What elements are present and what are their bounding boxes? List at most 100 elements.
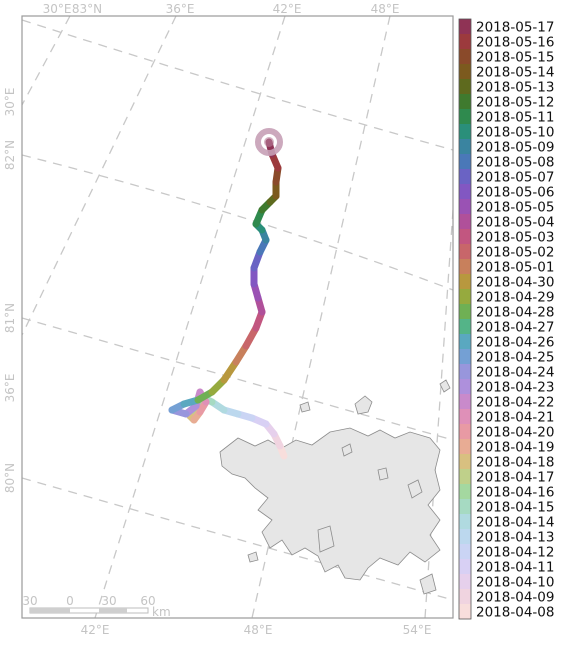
legend-label: 2018-05-08 (476, 155, 554, 171)
legend-label: 2018-04-22 (476, 395, 554, 411)
legend-label: 2018-04-08 (476, 605, 554, 621)
legend-label: 2018-05-04 (476, 215, 554, 231)
legend-swatch (459, 199, 471, 214)
legend-label: 2018-04-24 (476, 365, 554, 381)
legend-label: 2018-04-21 (476, 410, 554, 426)
legend-label: 2018-05-09 (476, 140, 554, 156)
legend-label: 2018-05-06 (476, 185, 554, 201)
legend-swatch (459, 139, 471, 154)
legend-label: 2018-04-20 (476, 425, 554, 441)
lon-label: 48°E (371, 2, 400, 16)
lon-label: 42°E (81, 623, 110, 637)
legend-swatch (459, 244, 471, 259)
legend-swatch (459, 469, 471, 484)
map-svg: 30 0 30 60 km 30°E 83°N 36°E 42°E 48°E 4… (3, 2, 554, 637)
legend-swatch (459, 64, 471, 79)
map[interactable]: 30 0 30 60 km 30°E 83°N 36°E 42°E 48°E 4… (0, 0, 564, 640)
legend-label: 2018-04-23 (476, 380, 554, 396)
legend-swatch (459, 124, 471, 139)
legend-label: 2018-04-13 (476, 530, 554, 546)
lon-label: 36°E (166, 2, 195, 16)
legend-swatch (459, 349, 471, 364)
lon-label: 54°E (403, 623, 432, 637)
left-labels: 30°E 82°N 81°N 36°E 80°N (3, 88, 17, 494)
legend-label: 2018-04-14 (476, 515, 554, 531)
lat-label: 80°N (3, 463, 17, 493)
legend-label: 2018-04-19 (476, 440, 554, 456)
lon-label: 48°E (244, 623, 273, 637)
scale-tick: 30 (22, 594, 37, 608)
bottom-labels: 42°E 48°E 54°E (81, 623, 432, 637)
legend-label: 2018-04-30 (476, 275, 554, 291)
scale-tick: 30 (101, 594, 116, 608)
legend-swatch (459, 79, 471, 94)
lat-label: 82°N (3, 140, 17, 170)
legend-label: 2018-05-12 (476, 95, 554, 111)
legend-swatch (459, 544, 471, 559)
legend-label: 2018-04-27 (476, 320, 554, 336)
legend-swatch (459, 334, 471, 349)
scale-tick: 0 (66, 594, 74, 608)
legend-swatch (459, 574, 471, 589)
legend-swatch (459, 94, 471, 109)
legend-label: 2018-05-03 (476, 230, 554, 246)
lat-label: 81°N (3, 303, 17, 333)
legend-label: 2018-04-12 (476, 545, 554, 561)
legend-swatch (459, 319, 471, 334)
legend-label: 2018-04-15 (476, 500, 554, 516)
legend-swatch (459, 439, 471, 454)
legend-swatch (459, 559, 471, 574)
legend-swatch (459, 19, 471, 34)
legend-swatch (459, 184, 471, 199)
legend-label: 2018-04-28 (476, 305, 554, 321)
legend-swatch (459, 229, 471, 244)
legend-swatch (459, 499, 471, 514)
legend-label: 2018-05-13 (476, 80, 554, 96)
date-legend[interactable]: 2018-05-172018-05-162018-05-152018-05-14… (458, 18, 554, 621)
scale-unit: km (152, 605, 171, 619)
legend-swatch (459, 274, 471, 289)
top-labels: 30°E 83°N 36°E 42°E 48°E (43, 2, 400, 16)
legend-swatch (459, 364, 471, 379)
legend-swatch (459, 109, 471, 124)
legend-label: 2018-04-09 (476, 590, 554, 606)
legend-label: 2018-04-18 (476, 455, 554, 471)
legend-label: 2018-05-05 (476, 200, 554, 216)
lon-label: 30°E (43, 2, 72, 16)
lat-label: 83°N (72, 2, 102, 16)
legend-swatch (459, 304, 471, 319)
legend-swatch (459, 379, 471, 394)
legend-swatch (459, 484, 471, 499)
legend-label: 2018-04-16 (476, 485, 554, 501)
legend-swatch (459, 529, 471, 544)
lon-label: 36°E (3, 374, 17, 403)
legend-swatch (459, 214, 471, 229)
legend-label: 2018-05-17 (476, 20, 554, 36)
legend-swatch (459, 169, 471, 184)
lon-label: 42°E (273, 2, 302, 16)
legend-label: 2018-04-25 (476, 350, 554, 366)
legend-label: 2018-05-10 (476, 125, 554, 141)
legend-swatch (459, 289, 471, 304)
legend-swatch (459, 589, 471, 604)
legend-swatch (459, 409, 471, 424)
legend-swatch (459, 454, 471, 469)
legend-label: 2018-04-29 (476, 290, 554, 306)
legend-swatch (459, 259, 471, 274)
legend-swatch (459, 514, 471, 529)
legend-label: 2018-05-11 (476, 110, 554, 126)
legend-label: 2018-05-14 (476, 65, 554, 81)
lon-label: 30°E (3, 88, 17, 117)
legend-swatch (459, 604, 471, 619)
legend-label: 2018-04-17 (476, 470, 554, 486)
legend-label: 2018-04-11 (476, 560, 554, 576)
legend-swatch (459, 424, 471, 439)
legend-label: 2018-04-10 (476, 575, 554, 591)
legend-swatch (459, 154, 471, 169)
legend-swatch (459, 394, 471, 409)
legend-label: 2018-05-16 (476, 35, 554, 51)
legend-label: 2018-05-15 (476, 50, 554, 66)
legend-label: 2018-04-26 (476, 335, 554, 351)
legend-label: 2018-05-01 (476, 260, 554, 276)
legend-swatch (459, 49, 471, 64)
